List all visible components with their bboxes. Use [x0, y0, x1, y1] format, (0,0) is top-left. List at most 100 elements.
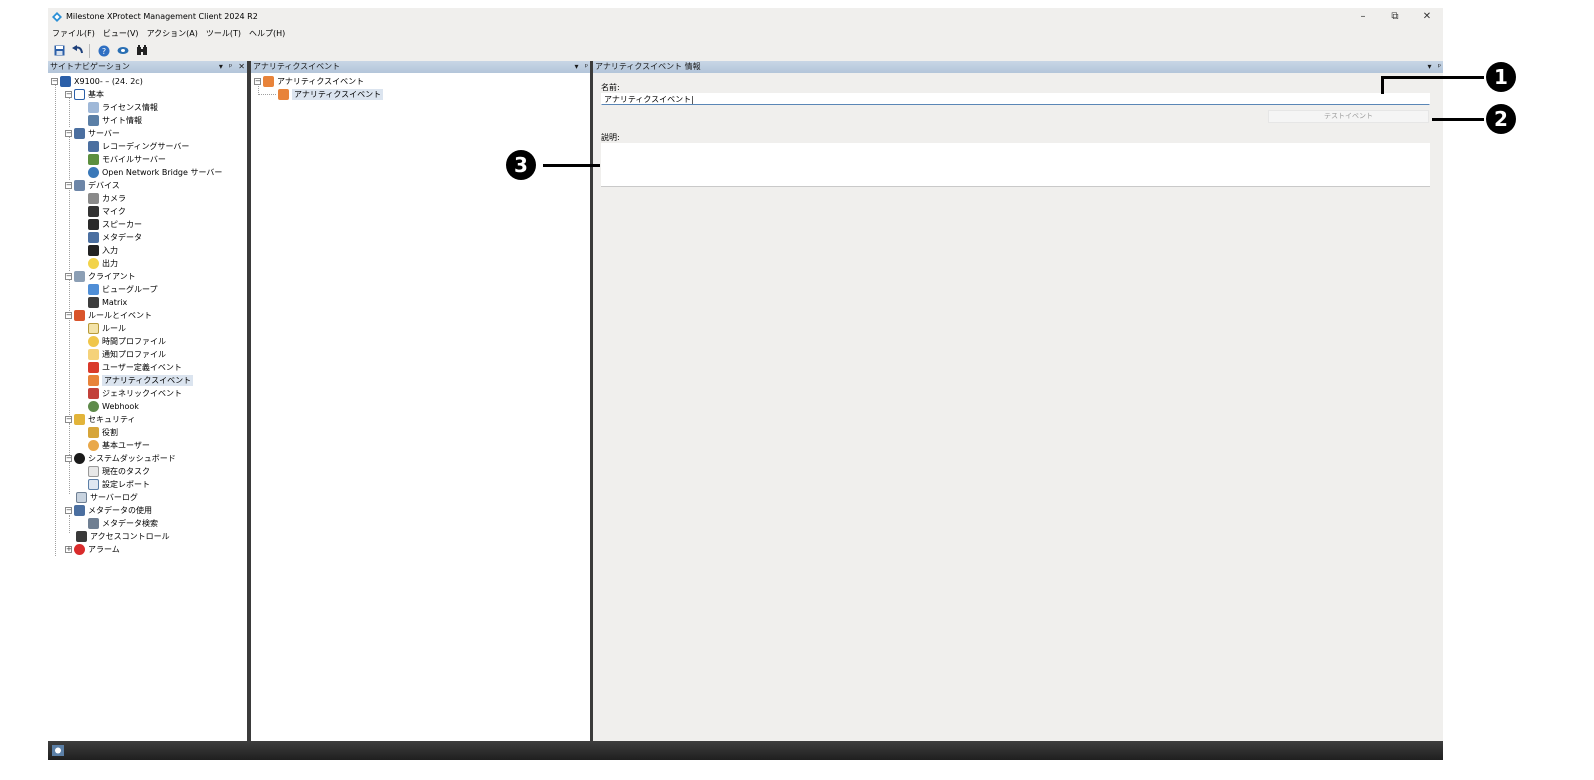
envelope-icon	[88, 349, 99, 360]
book-icon	[74, 89, 85, 100]
tree-node-alarms[interactable]: + アラーム	[65, 543, 120, 556]
close-pane-icon[interactable]: ✕	[238, 61, 245, 73]
tree-node-label: デバイス	[88, 181, 120, 190]
collapse-icon[interactable]: −	[254, 78, 261, 85]
tree-node-analytics-event-item[interactable]: アナリティクスイベント	[278, 88, 384, 101]
collapse-icon[interactable]: −	[51, 78, 58, 85]
tree-node-clients[interactable]: − クライアント	[65, 270, 136, 283]
overview-pane: アナリティクスイベント ▾ ᵖ − アナリティクスイベント アナリティクスイベン…	[251, 61, 590, 741]
menu-tools[interactable]: ツール(T)	[202, 28, 245, 39]
tree-node-metadata-use[interactable]: − メタデータの使用	[65, 504, 152, 517]
license-icon	[88, 102, 99, 113]
tree-node-security[interactable]: − セキュリティ	[65, 413, 136, 426]
tree-node-microphones[interactable]: マイク	[88, 205, 126, 218]
collapse-icon[interactable]: −	[65, 507, 72, 514]
tree-node-analytics-events[interactable]: アナリティクスイベント	[88, 374, 194, 387]
description-field[interactable]	[601, 143, 1430, 187]
status-icon	[52, 745, 64, 756]
collapse-icon[interactable]: −	[65, 273, 72, 280]
pin-icon[interactable]: ᵖ	[229, 61, 232, 73]
tree-node-basic[interactable]: − 基本	[65, 88, 104, 101]
tree-node-recording-servers[interactable]: レコーディングサーバー	[88, 140, 189, 153]
analytics-event-icon	[263, 76, 274, 87]
tree-node-current-tasks[interactable]: 現在のタスク	[88, 465, 150, 478]
tree-node-label: 通知プロファイル	[102, 350, 166, 359]
expand-icon[interactable]: +	[65, 546, 72, 553]
tree-node-system-dashboard[interactable]: − システムダッシュボード	[65, 452, 176, 465]
description-label: 説明:	[601, 133, 620, 142]
tree-node-server-logs[interactable]: サーバーログ	[76, 491, 138, 504]
collapse-icon[interactable]: −	[65, 91, 72, 98]
overview-title: アナリティクスイベント	[253, 62, 341, 71]
collapse-icon[interactable]: −	[65, 416, 72, 423]
access-control-icon	[76, 531, 87, 542]
callout-leader-2	[1432, 118, 1484, 121]
tree-node-speakers[interactable]: スピーカー	[88, 218, 142, 231]
bridge-icon	[88, 167, 99, 178]
pane-dropdown-icon[interactable]: ▾	[219, 61, 223, 73]
save-icon[interactable]	[51, 43, 67, 59]
tree-node-view-groups[interactable]: ビューグループ	[88, 283, 158, 296]
tree-node-rules-events[interactable]: − ルールとイベント	[65, 309, 152, 322]
menu-view[interactable]: ビュー(V)	[99, 28, 143, 39]
tree-node-basic-users[interactable]: 基本ユーザー	[88, 439, 150, 452]
tree-node-generic-events[interactable]: ジェネリックイベント	[88, 387, 182, 400]
menu-action[interactable]: アクション(A)	[143, 28, 202, 39]
camera-icon	[88, 193, 99, 204]
tree-node-label: 現在のタスク	[102, 467, 150, 476]
name-field[interactable]: アナリティクスイベント|	[601, 93, 1430, 105]
name-label: 名前:	[601, 83, 620, 92]
menu-file[interactable]: ファイル(F)	[48, 28, 99, 39]
tree-node-label: 時間プロファイル	[102, 337, 166, 346]
milestone-logo-icon	[52, 11, 62, 22]
tree-node-onb-servers[interactable]: Open Network Bridge サーバー	[88, 166, 222, 179]
menu-help[interactable]: ヘルプ(H)	[245, 28, 289, 39]
tree-node-mobile-servers[interactable]: モバイルサーバー	[88, 153, 166, 166]
tree-node-rules[interactable]: ルール	[88, 322, 126, 335]
tree-node-output[interactable]: 出力	[88, 257, 118, 270]
tree-node-label: ルール	[102, 324, 126, 333]
tree-node-roles[interactable]: 役割	[88, 426, 118, 439]
tree-node-servers[interactable]: − サーバー	[65, 127, 120, 140]
pin-icon[interactable]: ᵖ	[1438, 61, 1441, 73]
tree-node-devices[interactable]: − デバイス	[65, 179, 120, 192]
tree-node-license[interactable]: ライセンス情報	[88, 101, 158, 114]
close-button[interactable]: ✕	[1411, 8, 1443, 25]
report-icon	[88, 479, 99, 490]
tree-node-metadata-search[interactable]: メタデータ検索	[88, 517, 158, 530]
undo-icon[interactable]	[70, 43, 86, 59]
minimize-button[interactable]: –	[1347, 8, 1379, 25]
search-icon[interactable]	[134, 43, 150, 59]
tree-node-input[interactable]: 入力	[88, 244, 118, 257]
tree-node-metadata[interactable]: メタデータ	[88, 231, 142, 244]
pane-dropdown-icon[interactable]: ▾	[1428, 61, 1432, 73]
help-icon[interactable]: ?	[96, 43, 112, 59]
tree-node-site-root[interactable]: − X9100- – (24. 2c)	[51, 75, 143, 88]
tree-node-site-info[interactable]: サイト情報	[88, 114, 142, 127]
tree-node-webhook[interactable]: Webhook	[88, 400, 139, 413]
callout-leader-1-drop	[1381, 76, 1384, 94]
tree-node-time-profiles[interactable]: 時間プロファイル	[88, 335, 166, 348]
test-event-button[interactable]: テストイベント	[1268, 110, 1429, 123]
connect-icon[interactable]	[115, 43, 131, 59]
tree-node-notification-profiles[interactable]: 通知プロファイル	[88, 348, 166, 361]
collapse-icon[interactable]: −	[65, 312, 72, 319]
callout-3: 3	[506, 150, 536, 180]
tree-node-user-defined-events[interactable]: ユーザー定義イベント	[88, 361, 182, 374]
tree-node-label: 出力	[102, 259, 118, 268]
task-icon	[88, 466, 99, 477]
pane-dropdown-icon[interactable]: ▾	[575, 61, 579, 73]
collapse-icon[interactable]: −	[65, 455, 72, 462]
tree-node-config-reports[interactable]: 設定レポート	[88, 478, 150, 491]
restore-button[interactable]: ⧉	[1379, 8, 1411, 25]
collapse-icon[interactable]: −	[65, 182, 72, 189]
site-navigation-header: サイトナビゲーション ▾ ᵖ ✕	[48, 61, 247, 73]
pin-icon[interactable]: ᵖ	[585, 61, 588, 73]
tree-node-access-control[interactable]: アクセスコントロール	[76, 530, 170, 543]
collapse-icon[interactable]: −	[65, 130, 72, 137]
tree-node-matrix[interactable]: Matrix	[88, 296, 127, 309]
tree-node-label: マイク	[102, 207, 126, 216]
tree-node-analytics-events-root[interactable]: − アナリティクスイベント	[254, 75, 364, 88]
tree-node-cameras[interactable]: カメラ	[88, 192, 126, 205]
analytics-event-icon	[278, 89, 289, 100]
